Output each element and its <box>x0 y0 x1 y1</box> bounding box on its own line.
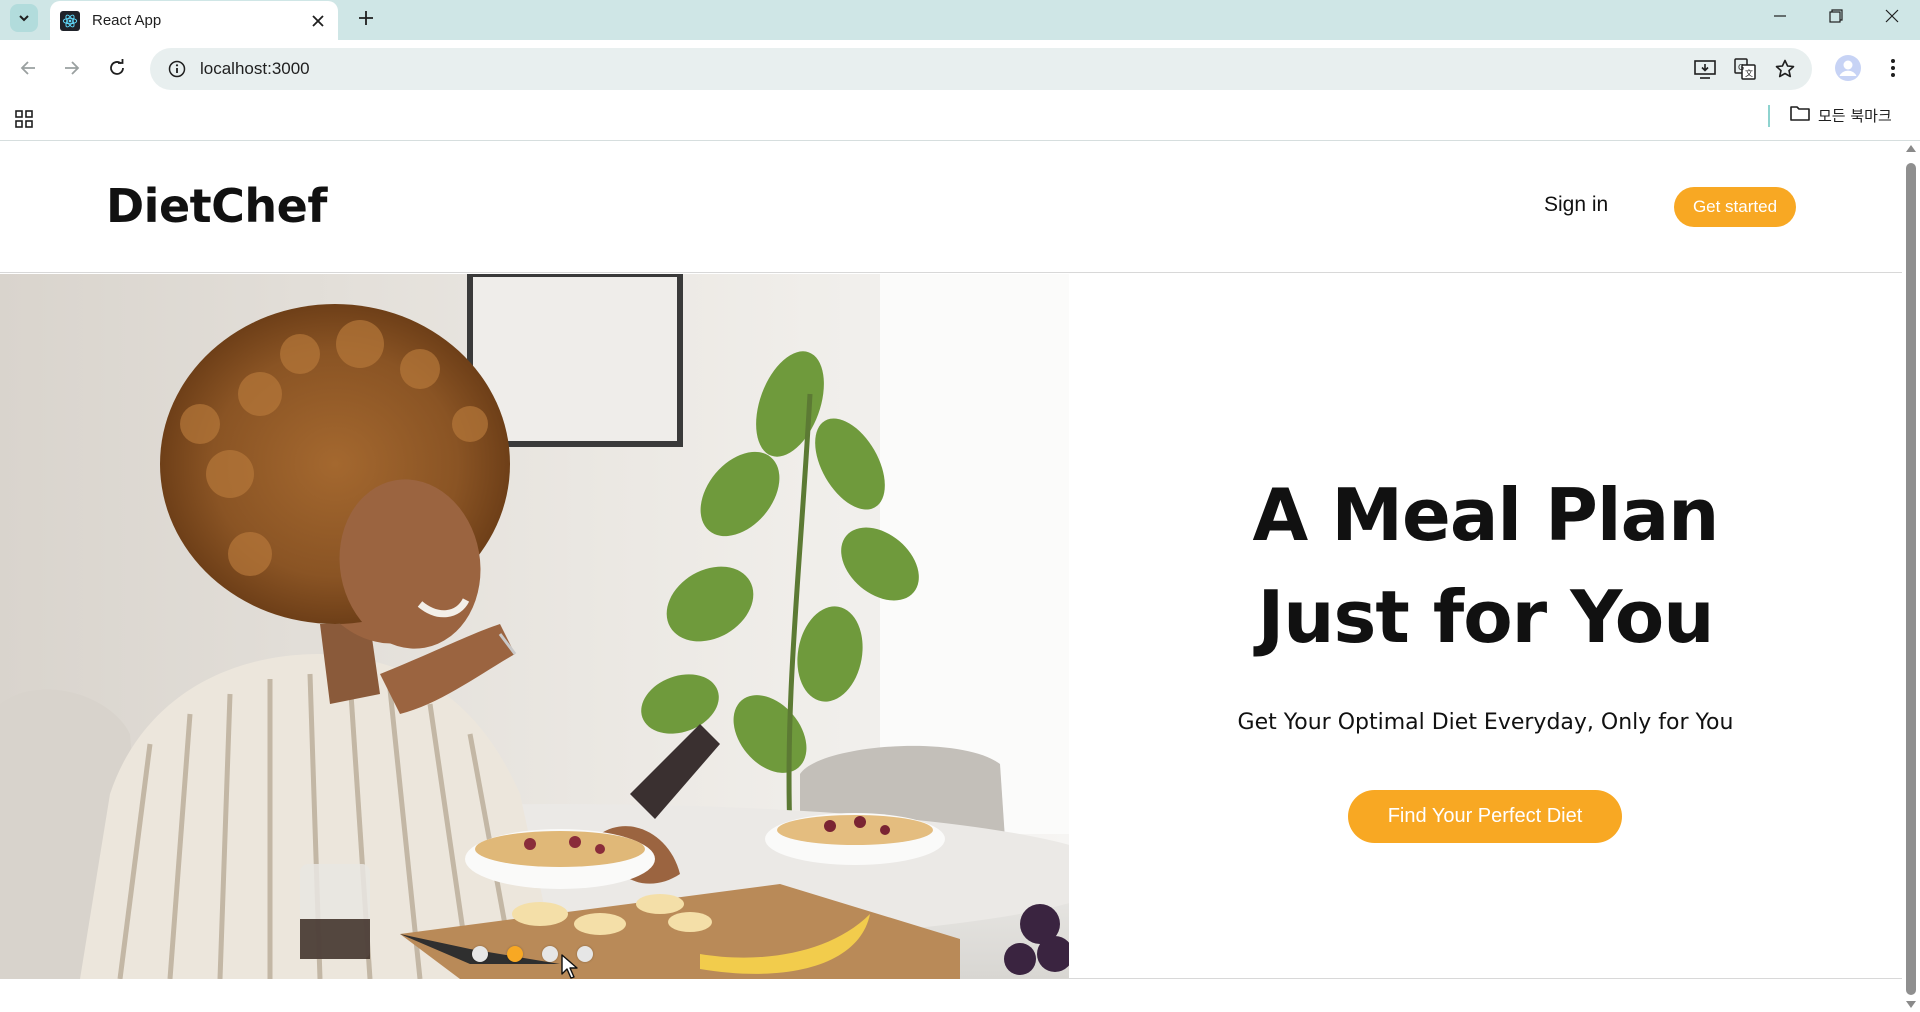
react-favicon-icon <box>60 10 80 31</box>
back-icon[interactable] <box>11 51 45 85</box>
hero-photo <box>0 274 1069 979</box>
all-bookmarks-button[interactable]: 모든 북마크 <box>1790 101 1892 129</box>
hero-section: A Meal Plan Just for You Get Your Optima… <box>0 274 1902 979</box>
page-viewport: DietChef Sign in Get started A Meal Plan… <box>0 141 1902 1012</box>
all-bookmarks-label: 모든 북마크 <box>1818 106 1892 125</box>
apps-icon[interactable] <box>12 107 36 131</box>
address-bar[interactable]: localhost:3000 G文 <box>150 48 1812 90</box>
svg-text:文: 文 <box>1745 68 1753 78</box>
tab-strip: React App <box>0 0 1920 40</box>
hero-headline-line1: A Meal Plan <box>1252 473 1720 557</box>
get-started-button[interactable]: Get started <box>1674 187 1796 227</box>
site-logo[interactable]: DietChef <box>106 179 327 233</box>
hero-text-panel: A Meal Plan Just for You Get Your Optima… <box>1069 274 1902 979</box>
url-text: localhost:3000 <box>200 59 310 78</box>
hero-carousel-image <box>0 274 1069 979</box>
profile-icon[interactable] <box>1830 50 1866 86</box>
browser-toolbar: localhost:3000 G文 <box>0 40 1920 97</box>
reload-icon[interactable] <box>100 51 134 85</box>
site-header: DietChef Sign in Get started <box>0 141 1902 273</box>
hero-headline-line2: Just for You <box>1257 575 1715 659</box>
sign-in-link[interactable]: Sign in <box>1544 193 1608 217</box>
carousel-dot[interactable] <box>577 946 593 962</box>
restore-icon[interactable] <box>1808 0 1864 32</box>
hero-headline: A Meal Plan Just for You <box>1069 464 1902 668</box>
page-scrollbar[interactable] <box>1902 141 1920 1012</box>
scroll-thumb[interactable] <box>1906 163 1916 995</box>
install-icon[interactable] <box>1688 52 1722 86</box>
bookmarks-bar: 모든 북마크 <box>0 97 1920 141</box>
info-icon[interactable] <box>156 48 198 90</box>
translate-icon[interactable]: G文 <box>1728 52 1762 86</box>
minimize-icon[interactable] <box>1752 0 1808 32</box>
scroll-down-icon[interactable] <box>1906 1001 1916 1008</box>
svg-text:G: G <box>1738 63 1744 72</box>
tab-title: React App <box>92 12 162 29</box>
plus-icon[interactable] <box>352 4 380 32</box>
more-vert-icon[interactable] <box>1876 50 1910 86</box>
carousel-dot[interactable] <box>542 946 558 962</box>
window-controls <box>1752 0 1920 32</box>
close-icon[interactable] <box>308 11 328 31</box>
star-icon[interactable] <box>1768 52 1802 86</box>
window-close-icon[interactable] <box>1864 0 1920 32</box>
find-diet-button[interactable]: Find Your Perfect Diet <box>1348 790 1622 843</box>
carousel-dot[interactable] <box>472 946 488 962</box>
scroll-up-icon[interactable] <box>1906 145 1916 152</box>
tab-search-icon[interactable] <box>10 4 38 32</box>
hero-subline: Get Your Optimal Diet Everyday, Only for… <box>1237 710 1734 735</box>
bookmarks-separator <box>1768 105 1770 127</box>
mouse-cursor-icon <box>561 954 578 979</box>
carousel-dot-active[interactable] <box>507 946 523 962</box>
forward-icon[interactable] <box>55 51 89 85</box>
folder-icon <box>1790 105 1810 125</box>
browser-tab[interactable]: React App <box>50 1 338 40</box>
